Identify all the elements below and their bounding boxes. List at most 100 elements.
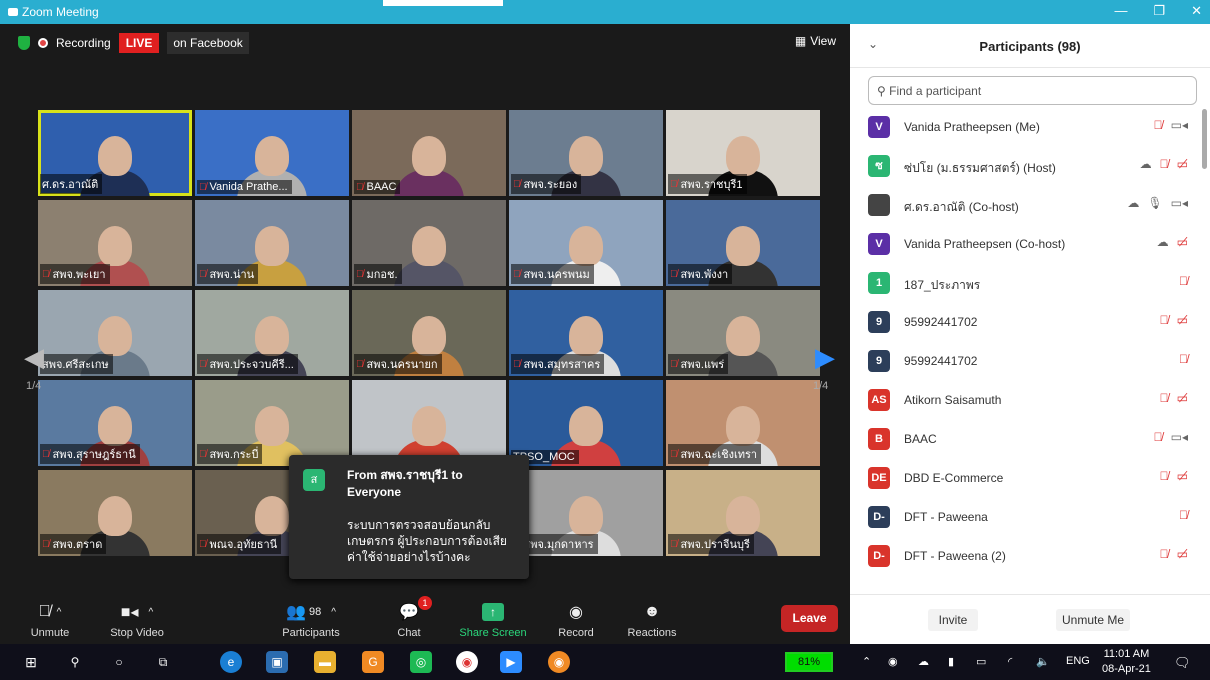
chevron-up-icon[interactable]: ^ (149, 607, 154, 618)
chat-badge: 1 (418, 596, 432, 610)
next-page-arrow-icon[interactable]: ▶ (815, 342, 835, 373)
cloud-icon: ☁ (1156, 235, 1169, 249)
participant-scrollbar[interactable] (1202, 109, 1207, 169)
live-badge[interactable]: LIVE (118, 33, 160, 53)
video-tile[interactable]: ศ.ดร.อาณัติ (38, 110, 192, 196)
video-tile[interactable]: 🎙̸ สพจ.ตราด (38, 470, 192, 556)
share-screen-button[interactable]: ↑ Share Screen (456, 600, 530, 639)
chevron-up-icon[interactable]: ^ (331, 607, 336, 618)
maximize-icon[interactable]: ❐ (1153, 3, 1165, 19)
task-view-icon[interactable]: ⧉ (152, 651, 174, 673)
cloud-icon[interactable]: ☁ (918, 655, 929, 668)
line-app-icon[interactable]: ◎ (410, 651, 432, 673)
video-tile-name: 🎙̸ สพจ.แพร่ (668, 354, 729, 374)
video-tile[interactable]: 🎙̸ สพจ.นครนายก (352, 290, 506, 376)
video-tile[interactable]: 🎙̸ สพจ.ประจวบคีรี... (195, 290, 349, 376)
meeting-status: Recording LIVE on Facebook (18, 32, 249, 54)
participant-row[interactable]: V Vanida Pratheepsen (Co-host) ☁ ▭̸ (850, 226, 1200, 264)
close-icon[interactable]: ✕ (1191, 3, 1202, 19)
file-explorer-icon[interactable]: ▬ (314, 651, 336, 673)
battery-indicator[interactable]: 81% (785, 652, 833, 672)
unmute-me-button[interactable]: Unmute Me (1056, 609, 1130, 631)
participant-status-icons: 🎙̸ ▭◂ (1154, 430, 1188, 444)
video-tile[interactable]: สพจ.ศรีสะเกษ (38, 290, 192, 376)
invite-button[interactable]: Invite (928, 609, 978, 631)
participant-row[interactable]: ศ.ดร.อาณัติ (Co-host) ☁ 🎙 ▭◂ (850, 187, 1200, 225)
video-tile[interactable]: 🎙̸ มกอช. (352, 200, 506, 286)
volume-icon[interactable]: 🔈 (1036, 655, 1050, 668)
participants-button[interactable]: 👥 98 ^ Participants (276, 600, 346, 639)
windows-taskbar: ⊞ ⚲ ○ ⧉ e ▣ ▬ G ◎ ◉ ▶ ◉ 81% ⌃ ◉ ☁ ▮ ▭ ◜ … (0, 644, 1210, 680)
usb-icon[interactable]: ▮ (948, 655, 954, 668)
edge-browser-icon[interactable]: e (220, 651, 242, 673)
zoom-taskbar-icon[interactable]: ▶ (500, 651, 522, 673)
video-tile[interactable]: 🎙̸ Vanida Prathe... (195, 110, 349, 196)
participant-name: 187_ประภาพร (904, 278, 981, 292)
chevron-up-icon[interactable]: ^ (57, 607, 62, 618)
participant-row[interactable]: B BAAC 🎙̸ ▭◂ (850, 421, 1200, 459)
notification-icon[interactable]: 🗨 (1174, 655, 1191, 671)
stop-video-label: Stop Video (110, 627, 164, 639)
video-tile[interactable]: 🎙̸ สพจ.นครพนม (509, 200, 663, 286)
participant-row[interactable]: D- DFT - Paweena (2) 🎙̸ ▭̸ (850, 538, 1200, 576)
cortana-icon[interactable]: ○ (108, 651, 130, 673)
windows-start-icon[interactable]: ⊞ (20, 651, 42, 673)
participant-row[interactable]: 1 187_ประภาพร 🎙̸ (850, 265, 1200, 303)
record-icon: ◉ (569, 604, 583, 621)
chat-sender-avatar: ส (303, 469, 325, 491)
battery-icon[interactable]: ▭ (976, 655, 986, 668)
video-tile[interactable]: 🎙̸ สพจ.สุราษฎร์ธานี (38, 380, 192, 466)
zoom-logo-icon (8, 8, 18, 16)
taskbar-clock[interactable]: 11:01 AM 08-Apr-21 (1102, 647, 1151, 677)
video-tile[interactable]: 🎙̸ สพจ.ปราจีนบุรี (666, 470, 820, 556)
leave-button[interactable]: Leave (781, 605, 838, 632)
share-screen-label: Share Screen (459, 627, 527, 639)
zoom-meeting-taskbar-icon[interactable]: ◉ (548, 651, 570, 673)
participant-row[interactable]: DE DBD E-Commerce 🎙̸ ▭̸ (850, 460, 1200, 498)
search-input[interactable]: ⚲ Find a participant (868, 76, 1197, 105)
language-indicator[interactable]: ENG (1066, 655, 1090, 667)
participant-row[interactable]: ซ ซ่ปโย (ม.ธรรมศาสตร์) (Host) ☁ 🎙̸ ▭̸ (850, 148, 1200, 186)
chrome-icon[interactable]: ◉ (456, 651, 478, 673)
participant-row[interactable]: 9 95992441702 🎙̸ ▭̸ (850, 304, 1200, 342)
video-tile[interactable]: 🎙̸ สพจ.พะเยา (38, 200, 192, 286)
video-tile[interactable]: 🎙̸ สพจ.แพร่ (666, 290, 820, 376)
video-tile[interactable]: 🎙̸ สพจ.สมุทรสาคร (509, 290, 663, 376)
chat-notification[interactable]: ส From สพจ.ราชบุรี1 to Everyone ระบบการต… (289, 455, 529, 579)
office-app-icon[interactable]: G (362, 651, 384, 673)
video-tile[interactable]: 🎙̸ สพจ.ฉะเชิงเทรา (666, 380, 820, 466)
reactions-button[interactable]: ☻ Reactions (624, 600, 680, 639)
mic-muted-icon: 🎙̸ (670, 538, 678, 550)
encryption-shield-icon[interactable] (18, 36, 30, 50)
participant-row[interactable]: AS Atikorn Saisamuth 🎙̸ ▭̸ (850, 382, 1200, 420)
video-tile[interactable]: 🎙̸สพจ.มุกดาหาร (509, 470, 663, 556)
video-tile[interactable]: TPSO_MOC (509, 380, 663, 466)
video-tile[interactable]: 🎙̸ BAAC (352, 110, 506, 196)
video-tile[interactable]: 🎙̸ สพจ.ระยอง (509, 110, 663, 196)
video-off-icon: ▭̸ (1176, 157, 1188, 171)
photos-icon[interactable]: ▣ (266, 651, 288, 673)
participant-avatar (868, 194, 890, 216)
participant-row[interactable]: 9 95992441702 🎙̸ (850, 343, 1200, 381)
video-tile-label: สพจ.สมุทรสาคร (523, 359, 601, 371)
tray-chevron-icon[interactable]: ⌃ (862, 655, 871, 668)
participant-row[interactable]: V Vanida Pratheepsen (Me) 🎙̸ ▭◂ (850, 109, 1200, 147)
wifi-icon[interactable]: ◜ (1008, 655, 1012, 668)
minimize-icon[interactable]: — (1114, 3, 1127, 19)
tray-app-icon[interactable]: ◉ (888, 655, 898, 668)
unmute-button[interactable]: 🎙̸ ^ Unmute (26, 600, 74, 639)
video-tile[interactable]: 🎙̸ สพจ.พังงา (666, 200, 820, 286)
video-tile[interactable]: 🎙̸ สพจ.น่าน (195, 200, 349, 286)
participant-row[interactable]: D- DFT - Paweena 🎙̸ (850, 499, 1200, 537)
record-button[interactable]: ◉ Record (556, 600, 596, 639)
search-icon[interactable]: ⚲ (64, 651, 86, 673)
view-button[interactable]: ▦ View (795, 34, 836, 48)
panel-footer: Invite Unmute Me (850, 594, 1210, 644)
video-tile[interactable]: 🎙̸ สพจ.ราชบุรี1 (666, 110, 820, 196)
stop-video-button[interactable]: ■◂ ^ Stop Video (104, 600, 170, 639)
video-off-icon: ▭̸ (1176, 469, 1188, 483)
recording-label[interactable]: Recording (56, 36, 111, 50)
prev-page-arrow-icon[interactable]: ◀ (24, 342, 44, 373)
video-tile[interactable] (352, 380, 506, 466)
video-tile[interactable]: 🎙̸ สพจ.กระบี่ (195, 380, 349, 466)
